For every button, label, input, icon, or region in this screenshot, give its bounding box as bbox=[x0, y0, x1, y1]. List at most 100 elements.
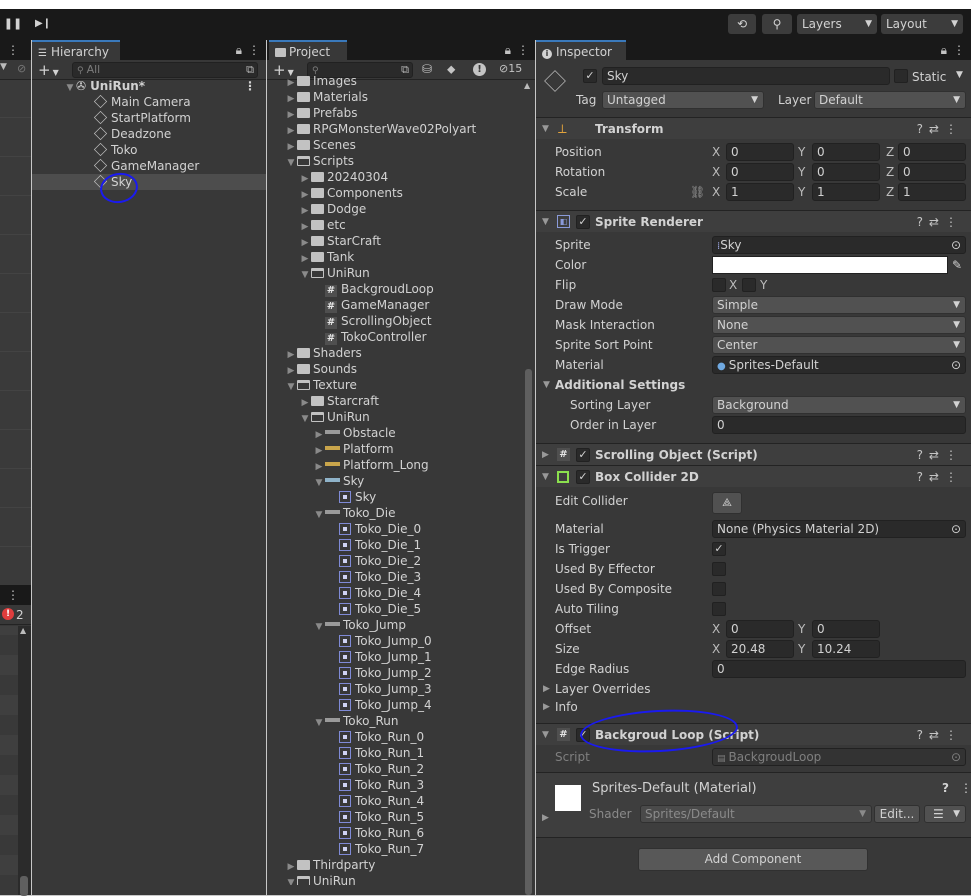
project-asset-item[interactable]: ▶ Platform bbox=[267, 441, 394, 457]
expand-triangle-icon[interactable]: ▶ bbox=[543, 698, 550, 716]
hierarchy-item[interactable]: Main Camera bbox=[32, 94, 266, 110]
scroll-up-icon[interactable]: ▲ bbox=[20, 626, 26, 635]
project-asset-item[interactable]: Toko_Run_1 bbox=[267, 745, 424, 761]
error-count[interactable]: 2 bbox=[16, 607, 24, 623]
additional-settings-row[interactable]: ▼ Additional Settings bbox=[536, 376, 971, 394]
axis-y-label[interactable]: Y bbox=[798, 640, 805, 658]
project-asset-item[interactable]: Toko_Die_2 bbox=[267, 553, 421, 569]
component-tools[interactable]: ?⇄⋮ bbox=[917, 211, 963, 233]
axis-x-label[interactable]: X bbox=[712, 620, 720, 638]
project-asset-item[interactable]: # BackgroudLoop bbox=[267, 281, 434, 297]
position-z-field[interactable]: 0 bbox=[898, 143, 966, 161]
project-folder-item[interactable]: ▶ RPGMonsterWave02Polyart bbox=[267, 121, 477, 137]
scrolling-object-enabled-checkbox[interactable]: ✓ bbox=[576, 448, 590, 462]
background-loop-enabled-checkbox[interactable]: ✓ bbox=[576, 728, 590, 742]
project-asset-item[interactable]: Toko_Die_0 bbox=[267, 521, 421, 537]
project-asset-item[interactable]: Toko_Run_0 bbox=[267, 729, 424, 745]
axis-y-label[interactable]: Y bbox=[798, 163, 805, 181]
project-asset-item[interactable]: ▼ Sky bbox=[267, 473, 365, 489]
used-by-composite-checkbox[interactable] bbox=[712, 582, 726, 596]
order-in-layer-field[interactable]: 0 bbox=[712, 416, 966, 434]
history-button[interactable]: ⟲ bbox=[728, 14, 756, 34]
axis-y-label[interactable]: Y bbox=[798, 183, 805, 201]
scene-grid[interactable] bbox=[0, 80, 31, 585]
info-row[interactable]: ▶ Info bbox=[536, 698, 971, 716]
project-asset-item[interactable]: Toko_Jump_1 bbox=[267, 649, 432, 665]
project-folder-item[interactable]: ▶ Starcraft bbox=[267, 393, 379, 409]
pause-button[interactable]: ❚❚ bbox=[2, 15, 24, 33]
auto-tiling-checkbox[interactable] bbox=[712, 602, 726, 616]
project-folder-item[interactable]: ▶ Images bbox=[267, 73, 357, 89]
axis-z-label[interactable]: Z bbox=[886, 163, 894, 181]
project-folder-item[interactable]: ▶ Dodge bbox=[267, 201, 367, 217]
object-picker-icon[interactable]: ⊙ bbox=[951, 521, 961, 537]
sprite-renderer-enabled-checkbox[interactable]: ✓ bbox=[576, 215, 590, 229]
used-by-effector-checkbox[interactable] bbox=[712, 562, 726, 576]
project-asset-item[interactable]: ▼ Toko_Run bbox=[267, 713, 399, 729]
rotation-x-field[interactable]: 0 bbox=[726, 163, 794, 181]
hierarchy-item[interactable]: Toko bbox=[32, 142, 266, 158]
project-asset-item[interactable]: ▼ Toko_Jump bbox=[267, 617, 406, 633]
scroll-up-icon[interactable]: ▲ bbox=[524, 81, 530, 90]
project-folder-item[interactable]: ▶ Tank bbox=[267, 249, 355, 265]
component-tools[interactable]: ?⇄⋮ bbox=[917, 724, 963, 746]
box-collider-enabled-checkbox[interactable]: ✓ bbox=[576, 470, 590, 484]
console-scrollbar[interactable]: ▲ bbox=[18, 626, 31, 896]
layer-overrides-row[interactable]: ▶ Layer Overrides bbox=[536, 680, 971, 698]
help-icon[interactable]: ? bbox=[942, 781, 949, 795]
lock-icon[interactable]: 🔒︎ bbox=[505, 40, 511, 60]
more-icon[interactable]: ⋮ bbox=[7, 40, 19, 60]
project-asset-item[interactable]: Toko_Run_7 bbox=[267, 841, 424, 857]
project-folder-item[interactable]: ▶ Scenes bbox=[267, 137, 356, 153]
more-icon[interactable]: ⋮ bbox=[953, 40, 965, 60]
console-log-list[interactable] bbox=[0, 626, 18, 895]
project-folder-item[interactable]: ▼ UniRun bbox=[267, 409, 370, 425]
project-folder-item[interactable]: ▶ Materials bbox=[267, 89, 368, 105]
is-trigger-checkbox[interactable]: ✓ bbox=[712, 542, 726, 556]
project-asset-item[interactable]: Toko_Die_1 bbox=[267, 537, 421, 553]
color-swatch[interactable] bbox=[712, 256, 948, 274]
hierarchy-item[interactable]: GameManager bbox=[32, 158, 266, 174]
project-asset-item[interactable]: # ScrollingObject bbox=[267, 313, 432, 329]
scale-z-field[interactable]: 1 bbox=[898, 183, 966, 201]
offset-y-field[interactable]: 0 bbox=[812, 620, 880, 638]
project-folder-item[interactable]: ▶ Sounds bbox=[267, 361, 358, 377]
tab-hierarchy[interactable]: ☰ Hierarchy bbox=[32, 40, 120, 60]
hierarchy-item[interactable]: StartPlatform bbox=[32, 110, 266, 126]
object-picker-icon[interactable]: ⊙ bbox=[951, 357, 961, 373]
project-asset-item[interactable]: Toko_Run_5 bbox=[267, 809, 424, 825]
project-asset-item[interactable]: # GameManager bbox=[267, 297, 429, 313]
project-asset-item[interactable]: Toko_Jump_3 bbox=[267, 681, 432, 697]
sorting-layer-dropdown[interactable]: Background ▼ bbox=[712, 396, 966, 414]
collapse-triangle-icon[interactable]: ▼ bbox=[542, 118, 549, 140]
hierarchy-item[interactable]: Sky bbox=[32, 174, 266, 190]
scrolling-object-header[interactable]: ▶ # ✓ Scrolling Object (Script) ?⇄⋮ bbox=[536, 443, 971, 465]
hierarchy-search-input[interactable]: ⚲ All ⧉ bbox=[72, 62, 258, 78]
project-folder-item[interactable]: ▶ Prefabs bbox=[267, 105, 358, 121]
size-y-field[interactable]: 10.24 bbox=[812, 640, 880, 658]
project-scrollbar[interactable]: ▲ bbox=[522, 81, 535, 895]
lock-icon[interactable]: 🔒︎ bbox=[236, 40, 242, 60]
shader-edit-button[interactable]: Edit... bbox=[874, 805, 920, 823]
flip-x-checkbox[interactable] bbox=[712, 278, 726, 292]
project-asset-item[interactable]: # TokoController bbox=[267, 329, 427, 345]
project-folder-item[interactable]: ▼ UniRun bbox=[267, 265, 370, 281]
edit-collider-button[interactable]: ⟁ bbox=[712, 492, 742, 514]
project-folder-item[interactable]: ▶ 20240304 bbox=[267, 169, 389, 185]
collapse-triangle-icon[interactable]: ▼ bbox=[542, 466, 549, 488]
axis-z-label[interactable]: Z bbox=[886, 143, 894, 161]
position-x-field[interactable]: 0 bbox=[726, 143, 794, 161]
project-asset-item[interactable]: Toko_Die_4 bbox=[267, 585, 421, 601]
add-component-button[interactable]: Add Component bbox=[638, 848, 868, 871]
collapse-triangle-icon[interactable]: ▼ bbox=[543, 376, 550, 394]
sort-point-dropdown[interactable]: Center ▼ bbox=[712, 336, 966, 354]
scale-x-field[interactable]: 1 bbox=[726, 183, 794, 201]
axis-z-label[interactable]: Z bbox=[886, 183, 894, 201]
project-asset-item[interactable]: Toko_Run_2 bbox=[267, 761, 424, 777]
hierarchy-item[interactable]: Deadzone bbox=[32, 126, 266, 142]
project-asset-item[interactable]: Toko_Die_3 bbox=[267, 569, 421, 585]
object-name-field[interactable]: Sky bbox=[602, 67, 890, 85]
expand-triangle-icon[interactable]: ▶ bbox=[542, 444, 549, 466]
layout-dropdown[interactable]: Layout ▼ bbox=[881, 14, 963, 34]
edge-radius-field[interactable]: 0 bbox=[712, 660, 966, 678]
